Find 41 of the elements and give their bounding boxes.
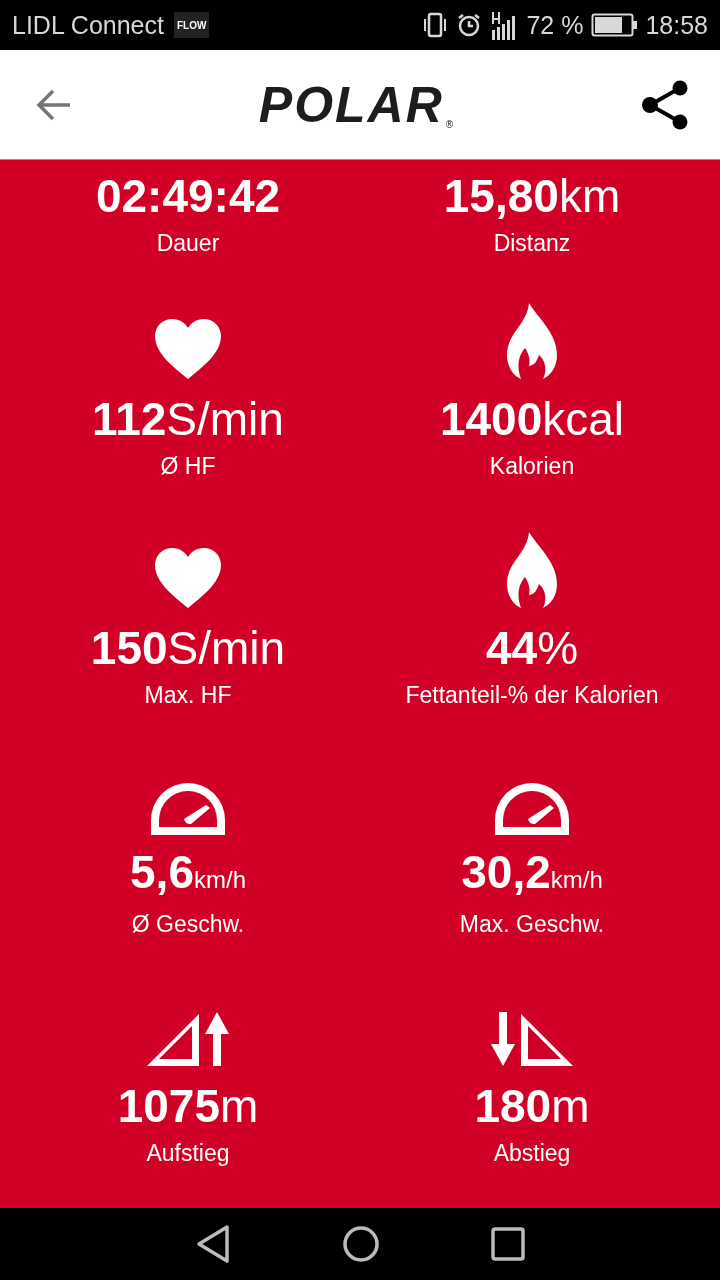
back-icon[interactable] [36, 88, 72, 121]
stat-label: Ø Geschw. [131, 910, 245, 939]
ascent-icon [147, 1012, 229, 1066]
stat-label: Dauer [156, 229, 220, 258]
carrier-name: LIDL Connect [12, 10, 164, 40]
stat-label: Fettanteil-% der Kalorien [405, 681, 659, 710]
flame-icon [507, 532, 557, 608]
descent-icon [491, 1012, 573, 1066]
registered-mark: ® [445, 118, 454, 130]
stat-label: Kalorien [489, 452, 575, 481]
stat-label: Max. HF [144, 681, 232, 710]
stat-value: 112S/min [92, 392, 284, 447]
battery-percent: 72 % [526, 10, 584, 40]
gauge-icon [495, 783, 569, 835]
flame-icon [507, 303, 557, 379]
stat-value: 30,2km/h [461, 847, 603, 900]
brand-logo: POLAR [258, 79, 444, 130]
stat-value: 180m [474, 1079, 590, 1134]
app-notification-icon: FLOW [173, 12, 210, 38]
back-nav-icon[interactable] [195, 1224, 232, 1264]
recents-nav-icon[interactable] [490, 1227, 525, 1261]
stat-label: Max. Geschw. [459, 910, 605, 939]
vibrate-icon [422, 12, 449, 38]
battery-icon [591, 13, 638, 37]
stat-value: 15,80km [443, 169, 621, 224]
gauge-icon [151, 783, 225, 835]
clock-time: 18:58 [645, 10, 708, 40]
stat-label: Distanz [493, 229, 571, 258]
stat-label: Ø HF [160, 452, 216, 481]
heart-icon [155, 319, 221, 379]
stat-value: 150S/min [90, 621, 286, 676]
stat-value: 1075m [117, 1079, 259, 1134]
stat-value: 5,6km/h [130, 847, 246, 900]
stat-label: Aufstieg [146, 1139, 230, 1168]
stat-label: Abstieg [493, 1139, 571, 1168]
home-nav-icon[interactable] [342, 1225, 380, 1263]
heart-icon [155, 548, 221, 608]
stat-value: 1400kcal [439, 392, 625, 447]
share-icon[interactable] [640, 79, 690, 130]
stat-value: 02:49:42 [95, 169, 281, 224]
stat-value: 44% [485, 621, 579, 676]
